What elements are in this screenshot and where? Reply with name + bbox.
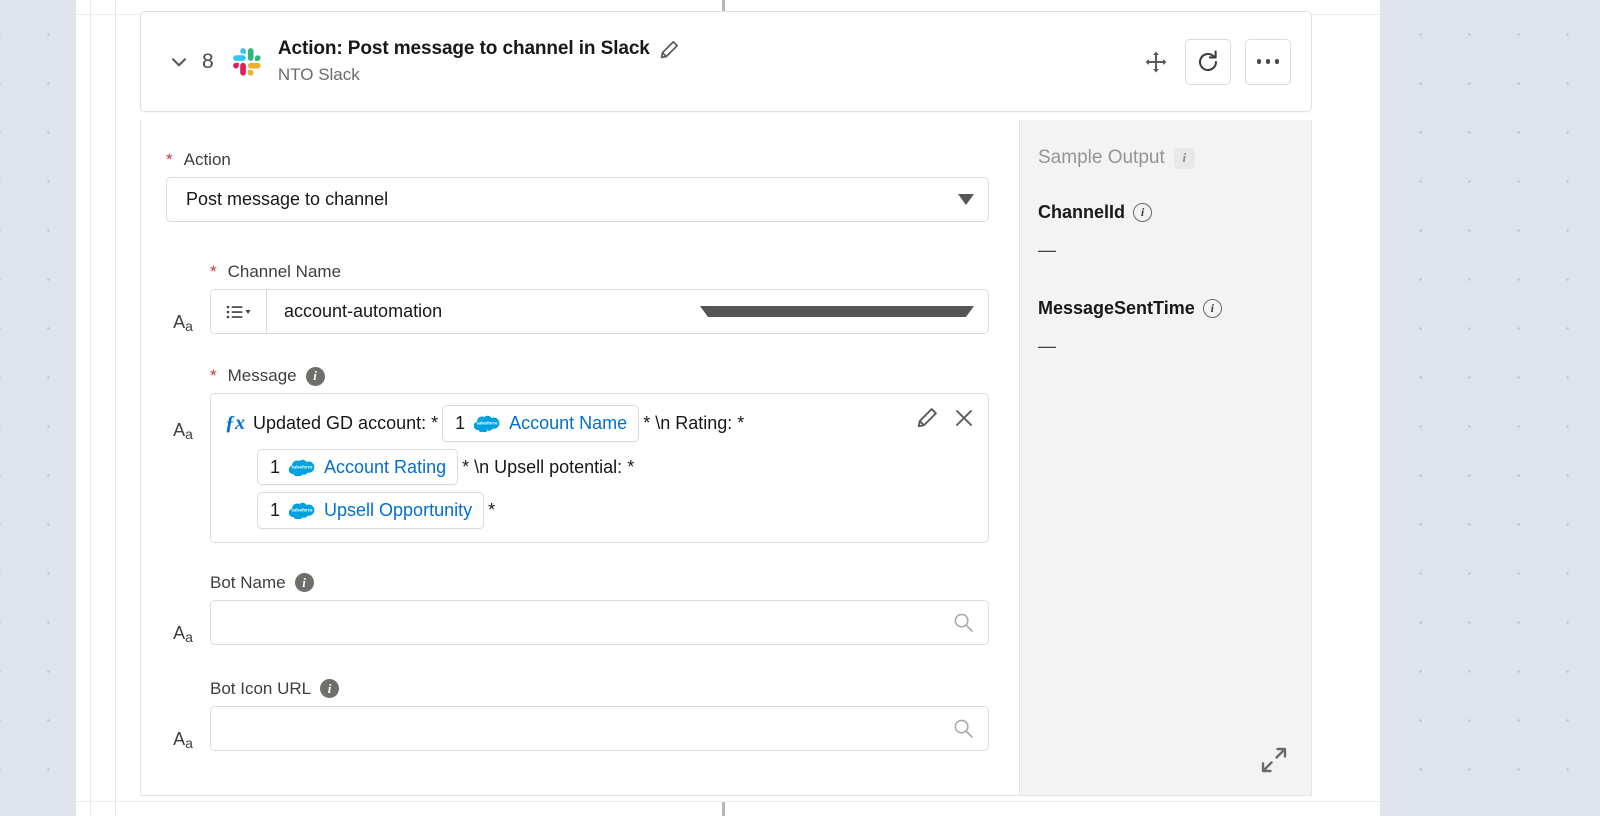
info-icon[interactable]: i [1133,203,1153,222]
step-header-actions [1141,38,1291,85]
svg-text:salesforce: salesforce [292,464,314,469]
channel-name-input[interactable]: account-automation [267,290,988,333]
message-tools [917,407,974,428]
merge-field-chip[interactable]: 1 salesforce Account Name [442,405,640,442]
picklist-button[interactable] [211,290,267,333]
salesforce-logo: salesforce [474,415,500,433]
more-options-button[interactable] [1245,38,1291,85]
expand-panel-button[interactable] [1261,747,1287,773]
chip-index: 1 [455,413,466,433]
chevron-down-icon[interactable] [165,48,193,76]
channel-name-combobox[interactable]: account-automation [210,289,989,334]
sample-output-item: ChannelId i — [1038,202,1311,261]
close-icon[interactable] [954,408,974,428]
refresh-icon [1198,50,1218,71]
channel-name-value: account-automation [284,301,443,321]
type-indicator-text: Aa [173,622,193,645]
sample-output-value: — [1038,336,1056,356]
message-text-segment: * [488,500,496,520]
salesforce-logo: salesforce [289,459,315,476]
field-bot-name-label: Bot Name i [210,573,989,593]
field-action-label: * Action [166,150,231,169]
chip-index: 1 [270,500,281,520]
expand-diagonal-icon [1261,747,1287,773]
field-bot-name: Aa Bot Name i [173,573,989,645]
pencil-icon[interactable] [917,407,938,428]
message-line: 1 salesforce Account Rating * \n Upsell … [225,448,974,485]
info-icon[interactable]: i [320,679,340,698]
merge-field-chip[interactable]: 1 salesforce Account Rating [257,448,459,485]
type-indicator-text: Aa [173,728,193,751]
action-select[interactable]: Post message to channel [166,177,989,222]
chip-field-name: Upsell Opportunity [324,500,473,520]
flow-connector-bottom [722,802,725,816]
fx-icon: ƒx [225,411,245,434]
chip-field-name: Account Rating [324,456,447,477]
refresh-button[interactable] [1185,38,1231,85]
search-icon [954,613,973,632]
type-indicator-text: Aa [173,420,193,442]
message-text-segment: * \n Upsell potential: * [462,456,635,477]
step-number: 8 [202,49,214,73]
step-title: Action: Post message to channel in Slack [277,38,650,59]
field-channel-name-label: * Channel Name [210,262,342,281]
merge-field-chip[interactable]: 1 salesforce Upsell Opportunity [257,492,485,529]
info-icon[interactable]: i [1202,299,1222,318]
step-header-text: Action: Post message to channel in Slack… [278,38,1141,85]
canvas-guide-line-right [115,0,116,816]
slack-logo [233,47,261,76]
info-icon[interactable]: i [1173,147,1195,169]
field-bot-icon-url-label: Bot Icon URL i [210,679,989,699]
message-line: 1 salesforce Upsell Opportunity * [225,492,974,529]
chevron-down-icon [958,194,974,205]
chip-field-name: Account Name [509,413,628,433]
svg-text:salesforce: salesforce [477,421,499,426]
step-header-card: 8 Action: Post message to channel in Sla… [140,11,1312,112]
required-asterisk: * [166,150,173,169]
sample-output-key: ChannelId i [1038,202,1311,223]
bot-icon-url-input[interactable] [210,705,989,751]
info-icon[interactable]: i [305,366,325,386]
list-picklist-icon [226,305,250,318]
sample-output-value: — [1038,240,1056,260]
svg-text:salesforce: salesforce [292,508,314,513]
required-asterisk: * [210,366,217,385]
step-subtitle: NTO Slack [277,65,360,84]
message-formula-editor[interactable]: ƒx Updated GD account: * 1 salesforce Ac… [210,393,989,543]
message-text-segment: Updated GD account: * [253,413,439,433]
field-message-label: * Message i [210,366,989,386]
message-text-segment: * \n Rating: * [643,413,745,433]
sample-output-panel: Sample Output i ChannelId i — MessageSen… [1019,120,1311,795]
action-select-value: Post message to channel [186,189,389,209]
bot-name-input[interactable] [210,599,989,645]
search-icon [954,719,973,738]
field-message: Aa * Message i ƒx Updated GD account: * … [173,366,989,543]
sample-output-title: Sample Output i [1038,147,1311,169]
field-bot-icon-url: Aa Bot Icon URL i [173,679,989,751]
message-line: ƒx Updated GD account: * 1 salesforce Ac… [225,405,974,442]
canvas-guide-line-left [90,0,91,816]
step-body-panel: * Action Post message to channel Aa * Ch… [140,120,1312,796]
salesforce-logo: salesforce [289,502,315,520]
chip-index: 1 [270,456,281,477]
field-action: * Action Post message to channel [166,150,989,222]
sample-output-item: MessageSentTime i — [1038,298,1311,357]
pencil-icon[interactable] [660,40,679,59]
action-form: * Action Post message to channel Aa * Ch… [141,120,1019,795]
type-indicator-text: Aa [173,312,193,334]
canvas-divider-bottom [76,801,1380,802]
more-options-icon [1256,59,1280,64]
info-icon[interactable]: i [294,573,314,592]
field-channel-name: Aa * Channel Name account-automation [173,262,989,334]
move-handle-icon[interactable] [1141,47,1171,77]
required-asterisk: * [210,262,217,281]
chevron-down-icon [700,306,975,317]
sample-output-key: MessageSentTime i [1038,298,1311,319]
